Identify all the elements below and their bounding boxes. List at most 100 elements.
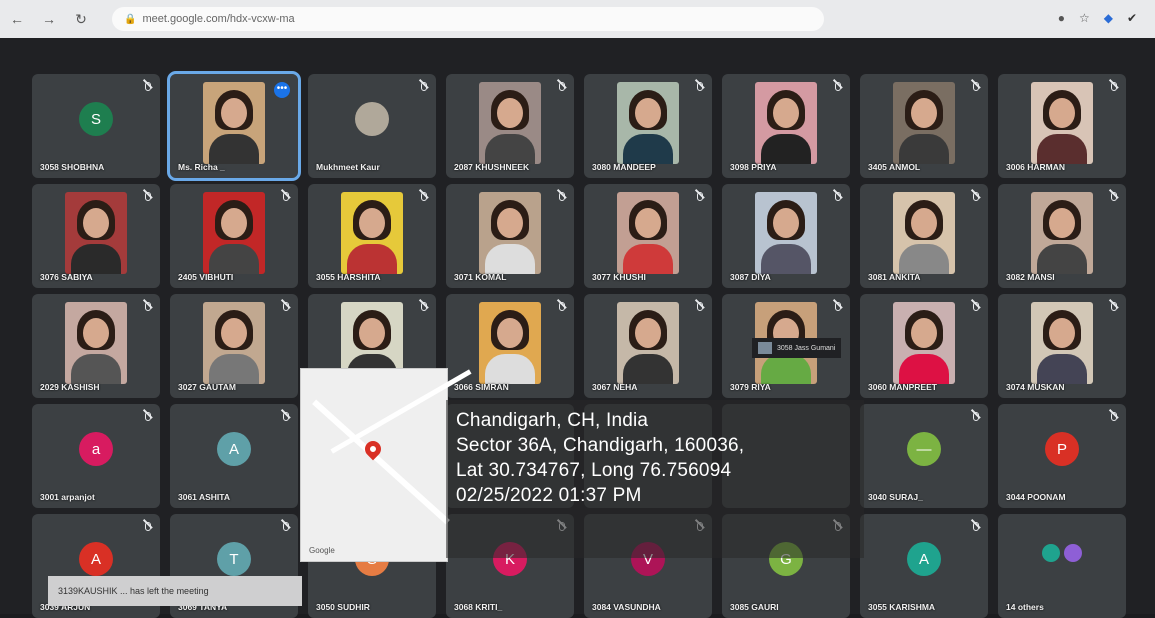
participant-name: Mukhmeet Kaur bbox=[316, 162, 380, 172]
thumbnail-icon bbox=[758, 342, 772, 354]
participant-tile[interactable]: 3082 MANSI bbox=[998, 184, 1126, 288]
participant-name: 3405 ANMOL bbox=[868, 162, 921, 172]
participant-avatar: — bbox=[907, 432, 941, 466]
lock-icon: 🔒 bbox=[124, 13, 137, 25]
participant-tile[interactable]: 3006 HARMAN bbox=[998, 74, 1126, 178]
participant-avatar: S bbox=[79, 102, 113, 136]
back-icon[interactable]: ← bbox=[10, 11, 24, 28]
participant-tile[interactable]: ••• Ms. Richa _ bbox=[167, 71, 301, 181]
mic-off-icon bbox=[557, 302, 566, 312]
participant-name: 3006 HARMAN bbox=[1006, 162, 1066, 172]
mic-off-icon bbox=[419, 192, 428, 202]
participant-avatar bbox=[355, 102, 389, 136]
participant-tile[interactable]: a 3001 arpanjot bbox=[32, 404, 160, 508]
participant-tile[interactable]: 3074 MUSKAN bbox=[998, 294, 1126, 398]
geo-address: Sector 36A, Chandigarh, 160036, bbox=[456, 435, 745, 456]
mic-off-icon bbox=[971, 82, 980, 92]
mic-off-icon bbox=[1109, 82, 1118, 92]
participant-name: 3001 arpanjot bbox=[40, 492, 95, 502]
mic-off-icon bbox=[143, 412, 152, 422]
participant-video bbox=[203, 192, 265, 274]
participant-name: 3079 RIYA bbox=[730, 382, 771, 392]
geo-datetime: 02/25/2022 01:37 PM bbox=[456, 485, 642, 506]
others-avatars bbox=[1042, 544, 1082, 562]
participant-name: 3084 VASUNDHA bbox=[592, 602, 661, 612]
mic-off-icon bbox=[833, 192, 842, 202]
participant-name: 3067 NEHA bbox=[592, 382, 638, 392]
participant-video bbox=[1031, 192, 1093, 274]
checkmark-icon[interactable]: ✔ bbox=[1127, 11, 1137, 25]
participant-tile[interactable]: P 3044 POONAM bbox=[998, 404, 1126, 508]
geo-coords: Lat 30.734767, Long 76.756094 bbox=[456, 460, 732, 481]
participant-video bbox=[479, 302, 541, 384]
participant-tile[interactable]: 3087 DIYA bbox=[722, 184, 850, 288]
participant-avatar: A bbox=[907, 542, 941, 576]
participant-tile[interactable]: 3066 SIMRAN bbox=[446, 294, 574, 398]
participant-tile[interactable]: A 3061 ASHITA bbox=[170, 404, 298, 508]
mic-off-icon bbox=[281, 412, 290, 422]
participant-tile[interactable]: 3055 HARSHITA bbox=[308, 184, 436, 288]
reload-icon[interactable]: ↻ bbox=[74, 11, 88, 28]
presenting-name: 3058 Jass Gumani bbox=[777, 344, 836, 352]
participant-tile[interactable]: 3071 KOMAL bbox=[446, 184, 574, 288]
browser-nav: ← → ↻ bbox=[10, 11, 88, 28]
participant-avatar: A bbox=[79, 542, 113, 576]
address-bar[interactable]: 🔒 meet.google.com/hdx-vcxw-ma bbox=[112, 7, 824, 31]
participant-video bbox=[1031, 302, 1093, 384]
participant-tile[interactable]: 3060 MANPREET bbox=[860, 294, 988, 398]
left-meeting-toast: 3139KAUSHIK ... has left the meeting bbox=[48, 576, 302, 606]
geo-city: Chandigarh, CH, India bbox=[456, 410, 649, 431]
participant-name: 3050 SUDHIR bbox=[316, 602, 370, 612]
participant-name: 3080 MANDEEP bbox=[592, 162, 656, 172]
star-icon[interactable]: ☆ bbox=[1079, 11, 1090, 25]
forward-icon[interactable]: → bbox=[42, 11, 56, 28]
participant-name: 3058 SHOBHNA bbox=[40, 162, 105, 172]
participant-tile[interactable]: 14 others bbox=[998, 514, 1126, 618]
participant-name: 3044 POONAM bbox=[1006, 492, 1066, 502]
mic-off-icon bbox=[971, 192, 980, 202]
mic-off-icon bbox=[281, 522, 290, 532]
speaking-indicator-icon: ••• bbox=[274, 82, 290, 98]
mic-off-icon bbox=[143, 82, 152, 92]
participant-video bbox=[203, 302, 265, 384]
participant-tile[interactable]: A 3055 KARISHMA bbox=[860, 514, 988, 618]
mic-off-icon bbox=[695, 82, 704, 92]
participant-name: 3061 ASHITA bbox=[178, 492, 230, 502]
participant-tile[interactable]: 3067 NEHA bbox=[584, 294, 712, 398]
participant-tile[interactable]: 3076 SABIYA bbox=[32, 184, 160, 288]
participant-tile[interactable]: Mukhmeet Kaur bbox=[308, 74, 436, 178]
participant-tile[interactable]: 3405 ANMOL bbox=[860, 74, 988, 178]
participant-tile[interactable]: 3081 ANKITA bbox=[860, 184, 988, 288]
participant-name: 3087 DIYA bbox=[730, 272, 771, 282]
mic-off-icon bbox=[971, 412, 980, 422]
participant-tile[interactable]: 2405 VIBHUTI bbox=[170, 184, 298, 288]
participant-tile[interactable]: 2029 KASHISH bbox=[32, 294, 160, 398]
participant-tile[interactable]: 3027 GAUTAM bbox=[170, 294, 298, 398]
participant-tile[interactable]: S 3058 SHOBHNA bbox=[32, 74, 160, 178]
mic-off-icon bbox=[695, 302, 704, 312]
participant-name: 2405 VIBHUTI bbox=[178, 272, 234, 282]
participant-name: Ms. Richa _ bbox=[178, 162, 225, 172]
extension-icon[interactable]: ◆ bbox=[1104, 11, 1113, 25]
participant-tile[interactable]: — 3040 SURAJ_ bbox=[860, 404, 988, 508]
mic-off-icon bbox=[833, 82, 842, 92]
participant-tile[interactable]: 3080 MANDEEP bbox=[584, 74, 712, 178]
participant-tile[interactable]: 3098 PRIYA bbox=[722, 74, 850, 178]
participant-name: 2087 KHUSHNEEK bbox=[454, 162, 530, 172]
participant-tile[interactable]: 3077 KHUSHI bbox=[584, 184, 712, 288]
camera-icon[interactable]: ● bbox=[1058, 11, 1065, 25]
participant-name: 2029 KASHISH bbox=[40, 382, 100, 392]
participant-name: 3085 GAURI bbox=[730, 602, 779, 612]
participant-name: 3082 MANSI bbox=[1006, 272, 1055, 282]
browser-extensions: ● ☆ ◆ ✔ bbox=[1058, 11, 1137, 25]
participant-name: 3076 SABIYA bbox=[40, 272, 93, 282]
participant-video bbox=[479, 192, 541, 274]
participant-name: 3098 PRIYA bbox=[730, 162, 777, 172]
mic-off-icon bbox=[143, 522, 152, 532]
participant-video bbox=[617, 192, 679, 274]
location-map[interactable]: Google bbox=[300, 368, 472, 562]
participant-tile[interactable]: 2087 KHUSHNEEK bbox=[446, 74, 574, 178]
participant-name: 3055 HARSHITA bbox=[316, 272, 381, 282]
mic-off-icon bbox=[557, 192, 566, 202]
mic-off-icon bbox=[557, 82, 566, 92]
